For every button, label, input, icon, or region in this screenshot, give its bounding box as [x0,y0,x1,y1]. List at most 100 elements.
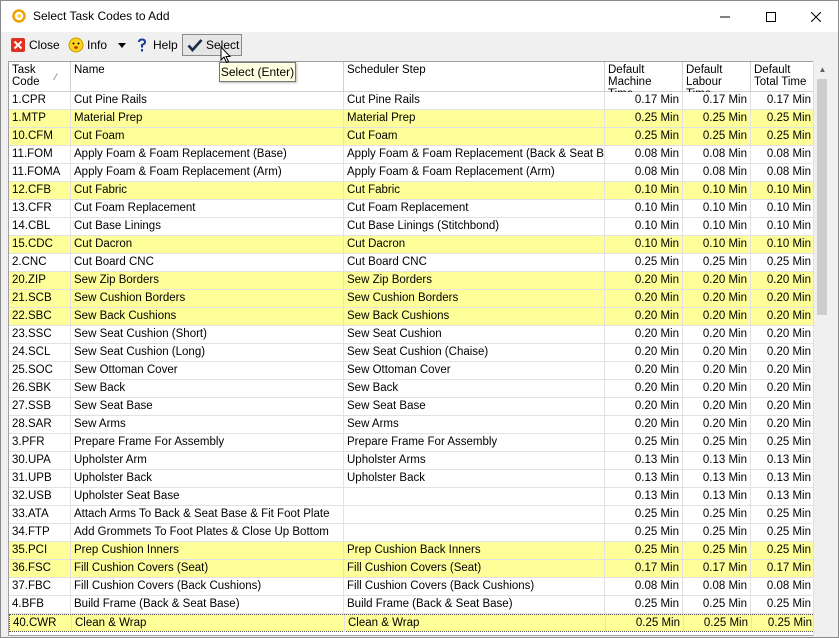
cell-total-time: 0.25 Min [751,596,815,613]
table-row[interactable]: 11.FOM Apply Foam & Foam Replacement (Bas… [9,146,815,164]
header-task-code[interactable]: Task Code ⁄ [9,62,71,92]
vertical-scrollbar[interactable]: ▲ [813,61,830,636]
cell-labour-time: 0.25 Min [683,506,751,523]
table-row[interactable]: 34.FTP Add Grommets To Foot Plates & Clos… [9,524,815,542]
select-button[interactable]: Select [182,34,242,56]
header-name[interactable]: Name [71,62,344,92]
header-scheduler-step[interactable]: Scheduler Step [344,62,605,92]
window-title: Select Task Codes to Add [33,9,170,23]
info-dropdown-button[interactable] [116,34,128,56]
table-row[interactable]: 36.FSC Fill Cushion Covers (Seat) Fill Cus… [9,560,815,578]
table-row[interactable]: 20.ZIP Sew Zip Borders Sew Zip Borders 0.20… [9,272,815,290]
cell-total-time: 0.25 Min [751,524,815,541]
cell-machine-time: 0.20 Min [605,326,683,343]
table-row[interactable]: 32.USB Upholster Seat Base 0.13 Min 0.13 Mi… [9,488,815,506]
cell-total-time: 0.25 Min [751,542,815,559]
table-row[interactable]: 2.CNC Cut Board CNC Cut Board CNC 0.25 Min 0… [9,254,815,272]
table-row[interactable]: 28.SAR Sew Arms Sew Arms 0.20 Min 0.20 Min 0.… [9,416,815,434]
scrollbar-thumb[interactable] [817,79,827,315]
cell-task-code: 25.SOC [9,362,71,379]
table-row[interactable]: 1.CPR Cut Pine Rails Cut Pine Rails 0.17 Mi… [9,92,815,110]
table-row[interactable]: 13.CFR Cut Foam Replacement Cut Foam Repla… [9,200,815,218]
cell-total-time: 0.13 Min [751,488,815,505]
cell-scheduler-step [344,524,605,541]
table-row[interactable]: 1.MTP Material Prep Material Prep 0.25 Min 0… [9,110,815,128]
header-labour-time[interactable]: Default Labour Time [683,62,751,100]
cell-machine-time: 0.20 Min [605,272,683,289]
minimize-icon [720,16,730,17]
header-total-line1: Default [754,64,791,76]
cell-total-time: 0.13 Min [751,452,815,469]
cell-machine-time: 0.13 Min [605,488,683,505]
toolbar: Close Info Help Select [6,33,834,57]
cell-total-time: 0.13 Min [751,470,815,487]
table-row[interactable]: 11.FOMA Apply Foam & Foam Replacement (Ar… [9,164,815,182]
table-row[interactable]: 23.SSC Sew Seat Cushion (Short) Sew Seat C… [9,326,815,344]
help-button-label: Help [153,38,178,52]
cell-total-time: 0.20 Min [751,398,815,415]
cell-name: Sew Back [71,380,344,397]
cell-total-time: 0.25 Min [752,615,816,632]
minimize-button[interactable] [702,1,748,32]
cell-machine-time: 0.20 Min [605,398,683,415]
table-row[interactable]: 24.SCL Sew Seat Cushion (Long) Sew Seat Cu… [9,344,815,362]
cell-name: Cut Board CNC [71,254,344,271]
cell-name: Add Grommets To Foot Plates & Close Up B… [71,524,344,541]
info-button[interactable]: Info [68,34,107,56]
header-total-line2: Total Time [754,76,807,88]
table-row[interactable]: 15.CDC Cut Dacron Cut Dacron 0.10 Min 0.10 M… [9,236,815,254]
table-row[interactable]: 37.FBC Fill Cushion Covers (Back Cushions… [9,578,815,596]
cell-task-code: 26.SBK [9,380,71,397]
table-row[interactable]: 35.PCI Prep Cushion Inners Prep Cushion Ba… [9,542,815,560]
cell-scheduler-step: Material Prep [344,110,605,127]
close-button[interactable]: Close [10,34,60,56]
table-row[interactable]: 12.CFB Cut Fabric Cut Fabric 0.10 Min 0.10 M… [9,182,815,200]
cell-total-time: 0.10 Min [751,182,815,199]
info-button-label: Info [87,38,108,52]
cell-labour-time: 0.20 Min [683,308,751,325]
table-row[interactable]: 26.SBK Sew Back Sew Back 0.20 Min 0.20 Min 0.… [9,380,815,398]
select-tooltip: Select (Enter) [219,62,296,82]
header-machine-time[interactable]: Default Machine Time [605,62,683,100]
table-row[interactable]: 3.PFR Prepare Frame For Assembly Prepare F… [9,434,815,452]
cell-name: Prepare Frame For Assembly [71,434,344,451]
cell-task-code: 2.CNC [9,254,71,271]
cell-scheduler-step: Prep Cushion Back Inners [344,542,605,559]
maximize-button[interactable] [748,1,794,32]
cell-scheduler-step: Fill Cushion Covers (Back Cushions) [344,578,605,595]
cell-task-code: 30.UPA [9,452,71,469]
cell-labour-time: 0.25 Min [683,110,751,127]
cell-task-code: 12.CFB [9,182,71,199]
cell-task-code: 23.SSC [9,326,71,343]
table-row[interactable]: 25.SOC Sew Ottoman Cover Sew Ottoman Cover… [9,362,815,380]
table-row[interactable]: 14.CBL Cut Base Linings Cut Base Linings (… [9,218,815,236]
table-row[interactable]: 4.BFB Build Frame (Back & Seat Base) Build… [9,596,815,614]
table-row[interactable]: 40.CWR Clean & Wrap Clean & Wrap 0.25 Min 0.… [9,614,816,632]
info-smiley-icon [68,37,84,53]
cell-labour-time: 0.25 Min [683,128,751,145]
cell-scheduler-step: Sew Seat Cushion (Chaise) [344,344,605,361]
header-labour-line1: Default [686,64,723,76]
scroll-up-icon[interactable]: ▲ [814,61,831,78]
header-total-time[interactable]: Default Total Time [751,62,815,92]
cell-total-time: 0.20 Min [751,380,815,397]
cell-name: Cut Foam [71,128,344,145]
table-row[interactable]: 33.ATA Attach Arms To Back & Seat Base & … [9,506,815,524]
chevron-down-icon [118,42,126,48]
cell-name: Prep Cushion Inners [71,542,344,559]
cell-name: Upholster Back [71,470,344,487]
close-window-button[interactable] [793,1,839,32]
table-row[interactable]: 22.SBC Sew Back Cushions Sew Back Cushions… [9,308,815,326]
cell-task-code: 4.BFB [9,596,71,613]
help-button[interactable]: Help [134,34,178,56]
close-button-label: Close [29,38,60,52]
cell-name: Clean & Wrap [72,615,345,632]
cell-total-time: 0.17 Min [751,560,815,577]
table-row[interactable]: 31.UPB Upholster Back Upholster Back 0.13 M… [9,470,815,488]
table-row[interactable]: 21.SCB Sew Cushion Borders Sew Cushion Bor… [9,290,815,308]
table-row[interactable]: 10.CFM Cut Foam Cut Foam 0.25 Min 0.25 Min 0.… [9,128,815,146]
table-row[interactable]: 27.SSB Sew Seat Base Sew Seat Base 0.20 Min… [9,398,815,416]
cell-task-code: 10.CFM [9,128,71,145]
cell-labour-time: 0.13 Min [683,452,751,469]
table-row[interactable]: 30.UPA Upholster Arm Upholster Arms 0.13 Mi… [9,452,815,470]
